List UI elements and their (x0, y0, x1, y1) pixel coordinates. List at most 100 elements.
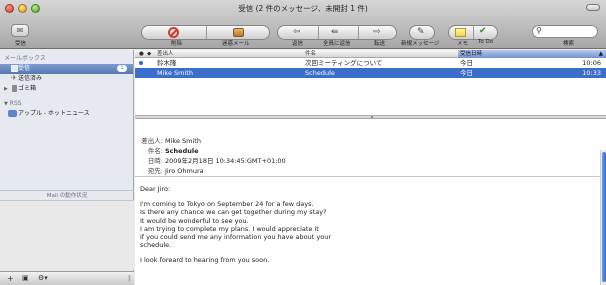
forward-icon[interactable]: ⇨ (373, 27, 381, 37)
date-column-header[interactable]: 受信日時 ▲ (458, 50, 606, 58)
message-list: ● ◆ 差出人 件名 受信日時 ▲ 鈴木隆 次回ミーティングについて 今日 10… (135, 50, 606, 115)
subject-column-header[interactable]: 件名 (305, 50, 316, 58)
inbox-icon (11, 65, 18, 72)
new-message-button[interactable]: ✎ (409, 25, 435, 40)
header-date: 日時: 2009年2月18日 10:34:45:GMT+01:00 (141, 155, 286, 165)
row-from: Mike Smith (157, 69, 193, 77)
search-label: 検索 (563, 41, 575, 47)
sent-icon: ✈ (11, 74, 17, 82)
sort-ascending-icon: ▲ (598, 51, 603, 57)
unread-indicator-icon (139, 61, 143, 65)
mail-activity-pane (0, 200, 134, 270)
body-line: if you could send me any information you… (140, 233, 331, 242)
window-title: 受信 (2 件のメッセージ、未開封 1 件) (238, 4, 368, 13)
subject-value: Schedule (165, 147, 199, 155)
header-from: 差出人: Mike Smith (141, 135, 201, 145)
from-label: 差出人: (141, 137, 163, 145)
search-icon: ⚲ (536, 26, 542, 35)
row-date: 今日 (460, 69, 473, 77)
header-subject: 件名: Schedule (141, 145, 199, 155)
note-todo-group: ✔ (448, 25, 498, 40)
toolbar: 受信 (2 件のメッセージ、未開封 1 件) ✉ 受信 削除 迷惑メール ⇦ ⇚… (0, 0, 606, 49)
new-message-label: 新規メッセージ (401, 41, 440, 47)
date-label: 日時: (147, 157, 163, 165)
rss-header: ▼ RSS (0, 98, 133, 109)
show-photo-browser-button[interactable]: ▣ (22, 274, 29, 282)
status-column-header[interactable]: ● (139, 50, 144, 58)
disclosure-triangle-icon[interactable]: ▶ (4, 84, 8, 94)
delete-icon[interactable] (168, 27, 179, 38)
rss-feed-icon (8, 110, 17, 117)
sidebar-item-label: 送信済み (18, 75, 43, 82)
body-paragraph: I'm coming to Tokyo on September 24 for … (140, 200, 440, 249)
sidebar-item-sent[interactable]: ✈ 送信済み (0, 74, 133, 84)
forward-label: 転送 (374, 41, 386, 47)
rss-header-label: RSS (9, 100, 22, 107)
note-icon[interactable] (455, 28, 466, 37)
search-input[interactable]: ⚲ (532, 25, 598, 38)
todo-label: To Do (478, 39, 494, 45)
sidebar-item-label: 受信 (18, 65, 31, 72)
mail-activity-header: Mail の動作状況 (0, 190, 134, 200)
message-header: 差出人: Mike Smith 件名: Schedule 日時: 2009年2月18日… (135, 119, 606, 177)
row-from: 鈴木隆 (157, 59, 177, 67)
from-value[interactable]: Mike Smith (165, 137, 201, 145)
sidebar-item-label: アップル - ホットニュース (18, 110, 90, 117)
delete-junk-group (141, 25, 270, 40)
junk-label: 迷惑メール (222, 41, 250, 47)
get-mail-button[interactable]: ✉ (8, 24, 32, 37)
body-line: schedule. (140, 241, 172, 250)
to-label: 宛先: (147, 167, 163, 175)
sidebar-item-inbox[interactable]: 受信 1 (0, 64, 133, 74)
date-value: 2009年2月18日 10:34:45:GMT+01:00 (165, 157, 286, 165)
reply-group: ⇦ ⇚ ⇨ (277, 25, 397, 40)
row-subject: Schedule (305, 69, 335, 77)
compose-icon: ✎ (417, 27, 425, 37)
attachment-column-header[interactable]: ◆ (147, 50, 151, 58)
date-column-label: 受信日時 (460, 51, 483, 57)
action-menu-gear-icon[interactable]: ⚙▾ (38, 274, 48, 282)
body-line: I'm coming to Tokyo on September 24 for … (140, 200, 314, 209)
sidebar-item-label: ゴミ箱 (18, 85, 37, 92)
delete-label: 削除 (171, 41, 183, 47)
preview-scrollbar[interactable] (600, 150, 606, 285)
from-column-header[interactable]: 差出人 (157, 50, 174, 58)
reply-all-icon[interactable]: ⇚ (331, 27, 339, 37)
header-to: 宛先: Jiro Ohmura (141, 165, 204, 175)
to-value[interactable]: Jiro Ohmura (165, 167, 204, 175)
row-time: 10:33 (582, 69, 601, 77)
todo-icon[interactable]: ✔ (479, 26, 487, 36)
mailboxes-header: メールボックス (4, 55, 46, 62)
table-row[interactable]: Mike Smith Schedule 今日 10:33 (135, 68, 606, 78)
reply-all-label: 全員に返信 (323, 41, 351, 47)
rss-disclosure-icon[interactable]: ▼ (4, 101, 8, 107)
get-mail-icon: ✉ (11, 24, 29, 37)
reply-label: 返信 (292, 41, 304, 47)
sidebar-bottom-bar: + ▣ ⚙▾ ‖ (0, 271, 134, 285)
sidebar: メールボックス 受信 1 ✈ 送信済み ▶ ゴミ箱 ▼ RSS アップル - ホ… (0, 50, 134, 285)
trash-icon (12, 85, 17, 92)
body-closing: I look foreard to hearing from you soon. (140, 256, 270, 265)
body-line: I am trying to complete my plans. I woul… (140, 224, 319, 233)
row-time: 10:06 (582, 59, 601, 67)
table-row[interactable]: 鈴木隆 次回ミーティングについて 今日 10:06 (135, 58, 606, 68)
subject-label: 件名: (147, 147, 163, 155)
junk-icon[interactable] (233, 28, 244, 37)
sidebar-item-trash[interactable]: ▶ ゴミ箱 (0, 84, 133, 94)
note-label: メモ (457, 41, 469, 47)
row-subject: 次回ミーティングについて (305, 59, 383, 67)
body-greeting: Dear Jiro: (140, 185, 171, 193)
scrollbar-thumb[interactable] (602, 152, 606, 282)
message-body: Dear Jiro: I'm coming to Tokyo on Septem… (140, 185, 440, 272)
message-list-header: ● ◆ 差出人 件名 受信日時 ▲ (135, 50, 606, 58)
body-line: It would be wonderful to see you. (140, 216, 249, 225)
add-mailbox-button[interactable]: + (7, 274, 14, 283)
reply-icon[interactable]: ⇦ (293, 27, 301, 37)
unread-count-badge: 1 (117, 65, 127, 72)
resize-handle[interactable]: ‖ (128, 275, 131, 282)
sidebar-item-apple-hot-news[interactable]: アップル - ホットニュース (0, 109, 133, 119)
row-date: 今日 (460, 59, 473, 67)
get-mail-label: 受信 (15, 41, 27, 47)
message-preview: 差出人: Mike Smith 件名: Schedule 日時: 2009年2月18日… (135, 119, 606, 285)
toolbar-toggle-button[interactable] (586, 4, 600, 11)
